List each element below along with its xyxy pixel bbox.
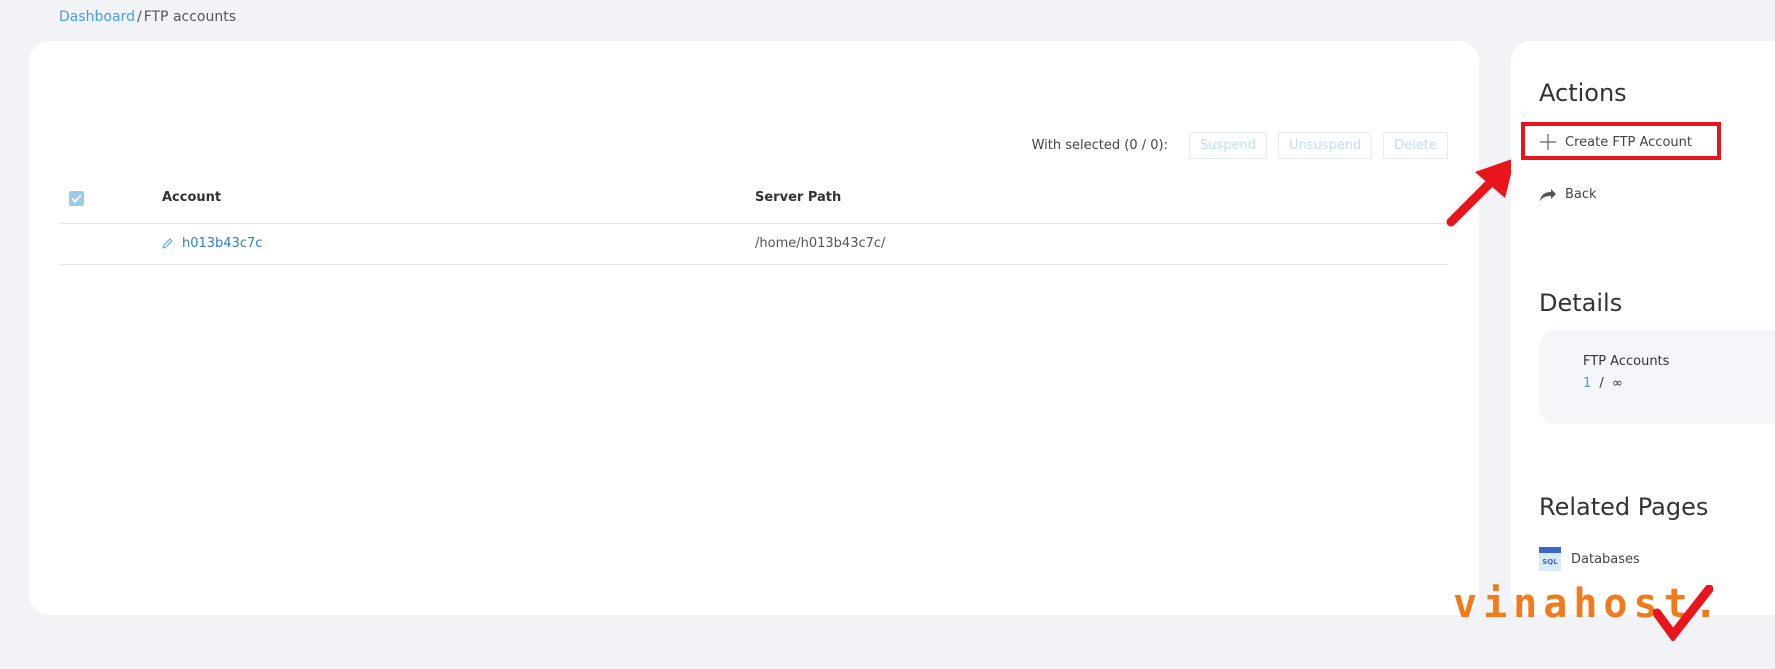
breadcrumb-dashboard-link[interactable]: Dashboard	[59, 9, 135, 25]
usage-separator: /	[1599, 376, 1604, 391]
sidebar-panel: Actions Create FTP Account Back Details …	[1511, 41, 1775, 615]
unsuspend-button[interactable]: Unsuspend	[1278, 132, 1373, 159]
account-column-header[interactable]: Account	[162, 190, 221, 205]
pencil-icon[interactable]	[162, 238, 173, 249]
with-selected-label: With selected (0 / 0):	[1031, 138, 1168, 153]
bulk-actions-toolbar: With selected (0 / 0): Suspend Unsuspend…	[1032, 132, 1448, 159]
actions-title: Actions	[1539, 79, 1627, 107]
server-path-cell: /home/h013b43c7c/	[755, 236, 886, 251]
breadcrumb-separator: /	[136, 9, 142, 25]
related-pages-title: Related Pages	[1539, 493, 1709, 521]
delete-button[interactable]: Delete	[1383, 132, 1448, 159]
back-button[interactable]: Back	[1539, 187, 1597, 202]
related-item-databases[interactable]: SQL Databases	[1539, 547, 1640, 571]
suspend-button[interactable]: Suspend	[1188, 132, 1267, 159]
plus-icon	[1540, 134, 1556, 150]
back-label: Back	[1565, 187, 1597, 202]
account-cell[interactable]: h013b43c7c	[162, 236, 262, 251]
ftp-accounts-label: FTP Accounts	[1583, 354, 1670, 369]
breadcrumb: Dashboard / FTP accounts	[59, 9, 236, 25]
check-icon	[71, 194, 82, 203]
create-ftp-account-label: Create FTP Account	[1565, 134, 1692, 150]
table-row: h013b43c7c /home/h013b43c7c/	[59, 224, 1448, 265]
ftp-accounts-used: 1	[1583, 376, 1592, 391]
create-ftp-account-button[interactable]: Create FTP Account	[1539, 133, 1692, 151]
sql-database-icon: SQL	[1539, 547, 1561, 571]
details-card: FTP Accounts 1 / ∞	[1539, 330, 1775, 424]
ftp-accounts-table: Account Server Path h013b43c7c /home/h01…	[59, 175, 1448, 265]
ftp-accounts-limit: ∞	[1611, 376, 1623, 391]
account-link[interactable]: h013b43c7c	[182, 236, 262, 251]
server-path-column-header[interactable]: Server Path	[755, 190, 841, 205]
share-arrow-icon	[1540, 188, 1556, 201]
breadcrumb-current: FTP accounts	[143, 9, 237, 25]
ftp-accounts-panel: With selected (0 / 0): Suspend Unsuspend…	[29, 41, 1479, 615]
ftp-accounts-usage: 1 / ∞	[1583, 376, 1623, 391]
details-title: Details	[1539, 289, 1623, 317]
databases-label: Databases	[1571, 551, 1640, 567]
watermark-check-icon	[1653, 585, 1713, 641]
select-all-checkbox[interactable]	[69, 191, 84, 206]
table-header: Account Server Path	[59, 175, 1448, 224]
